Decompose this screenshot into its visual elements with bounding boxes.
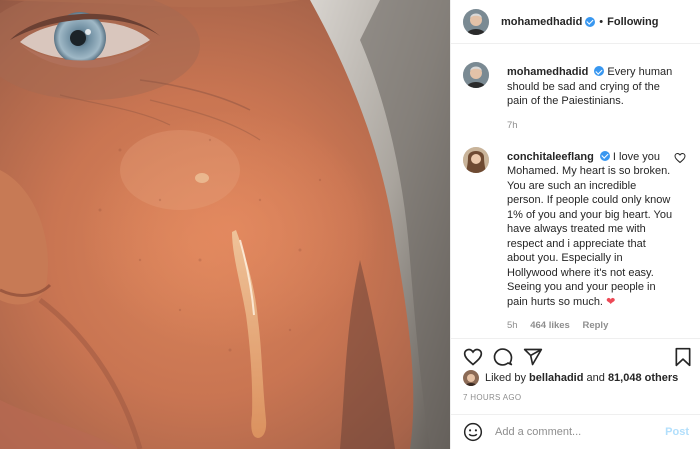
caption-avatar[interactable] xyxy=(463,62,489,88)
action-bar xyxy=(451,338,700,368)
add-comment-bar: Post xyxy=(451,414,700,449)
post-comment-button[interactable]: Post xyxy=(665,426,689,438)
following-button[interactable]: Following xyxy=(607,16,658,28)
comment-icon[interactable] xyxy=(493,347,513,367)
instagram-post: mohamedhadid • Following mohamedhadid Ev… xyxy=(0,0,700,449)
bookmark-icon[interactable] xyxy=(673,347,693,367)
small-heart-icon[interactable] xyxy=(674,152,686,164)
comment-meta: 5h 464 likes Reply xyxy=(507,320,675,331)
face-photo-image xyxy=(0,0,450,449)
emoji-icon[interactable] xyxy=(463,422,483,442)
caption-username[interactable]: mohamedhadid xyxy=(507,66,588,78)
likes-and: and xyxy=(586,372,605,384)
post-photo[interactable] xyxy=(0,0,450,449)
caption-text-block: mohamedhadid Every human should be sad a… xyxy=(507,52,675,109)
heart-outline-icon[interactable] xyxy=(463,347,483,367)
author-username[interactable]: mohamedhadid xyxy=(501,16,582,28)
verified-badge-icon xyxy=(585,16,596,27)
post-side-panel: mohamedhadid • Following mohamedhadid Ev… xyxy=(450,0,700,449)
separator-dot: • xyxy=(599,15,604,28)
likes-prefix: Liked by xyxy=(485,372,526,384)
verified-badge-icon xyxy=(599,150,610,161)
likes-count[interactable]: 81,048 others xyxy=(608,372,678,384)
comments-list: mohamedhadid Every human should be sad a… xyxy=(451,52,700,331)
red-heart-emoji: ❤ xyxy=(606,295,616,308)
liker-username[interactable]: bellahadid xyxy=(529,372,583,384)
caption-meta: 7h xyxy=(507,120,675,131)
author-avatar[interactable] xyxy=(463,8,489,35)
reply-button[interactable]: Reply xyxy=(582,320,608,331)
caption-time[interactable]: 7h xyxy=(507,120,518,131)
comment-likes[interactable]: 464 likes xyxy=(530,320,570,331)
comment-text: I love you Mohamed. My heart is so broke… xyxy=(507,150,673,308)
comment-input[interactable] xyxy=(495,426,666,438)
liker-avatar[interactable] xyxy=(463,370,479,386)
commenter-username[interactable]: conchitaleeflang xyxy=(507,151,594,163)
likes-summary: Liked by bellahadid and 81,048 others xyxy=(463,370,678,386)
verified-badge-icon xyxy=(594,66,605,76)
caption: mohamedhadid Every human should be sad a… xyxy=(451,52,700,131)
post-header: mohamedhadid • Following xyxy=(451,0,700,44)
comment-item: conchitaleeflang I love you Mohamed. My … xyxy=(451,137,700,331)
comment-text-block: conchitaleeflang I love you Mohamed. My … xyxy=(507,137,675,310)
post-timestamp[interactable]: 7 HOURS AGO xyxy=(463,393,521,402)
commenter-avatar[interactable] xyxy=(463,146,489,173)
comment-time[interactable]: 5h xyxy=(507,320,518,331)
share-icon[interactable] xyxy=(523,347,543,367)
